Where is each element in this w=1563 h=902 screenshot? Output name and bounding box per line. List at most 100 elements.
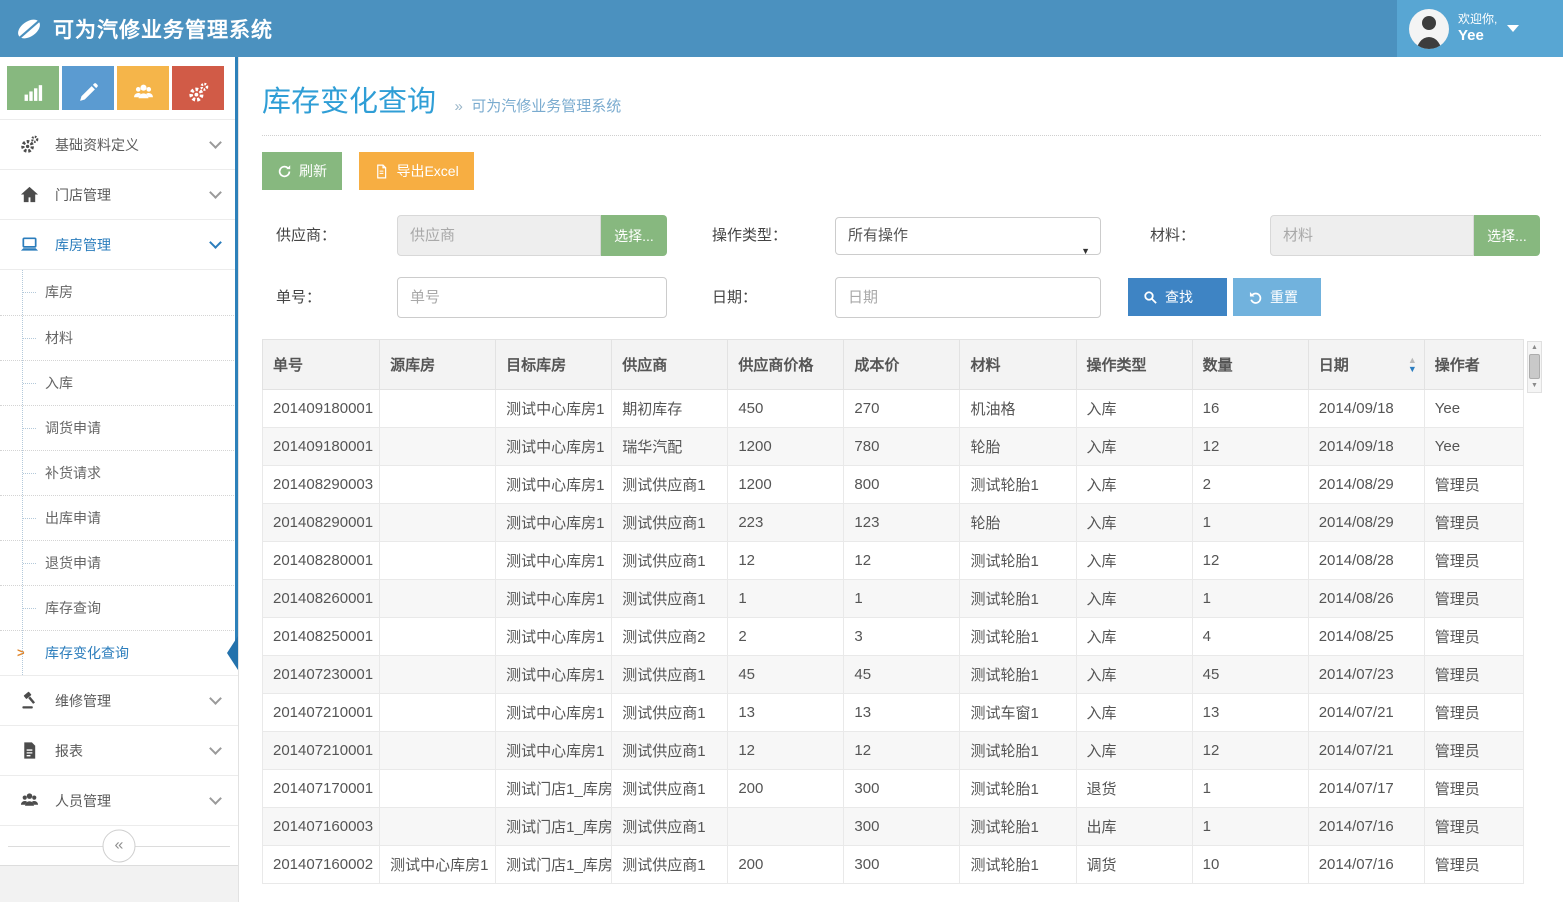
table-cell: 入库	[1076, 504, 1192, 542]
table-cell: 测试供应商1	[612, 504, 728, 542]
sidebar-subitem-8[interactable]: 库存查询	[0, 585, 238, 630]
table-row[interactable]: 201408250001测试中心库房1测试供应商223测试轮胎1入库42014/…	[263, 618, 1524, 656]
table-cell: 管理员	[1424, 580, 1523, 618]
refresh-button[interactable]: 刷新	[262, 152, 342, 190]
scrollbar-thumb[interactable]	[1529, 354, 1540, 379]
sidebar-item-label: 库房管理	[55, 235, 211, 255]
column-label: 单号	[273, 357, 303, 374]
sidebar-subitem-5[interactable]: 补货请求	[0, 450, 238, 495]
sidebar-item-label: 维修管理	[55, 691, 211, 711]
sidebar-item-repair[interactable]: 维修管理	[0, 675, 238, 725]
table-row[interactable]: 201409180001测试中心库房1瑞华汽配1200780轮胎入库122014…	[263, 428, 1524, 466]
supplier-pick-button[interactable]: 选择...	[601, 215, 667, 256]
sidebar-subitem-4[interactable]: 调货申请	[0, 405, 238, 450]
stats-quick-button[interactable]	[7, 66, 59, 110]
column-header-3[interactable]: 目标库房	[496, 340, 612, 390]
undo-icon	[1248, 290, 1263, 305]
column-header-4[interactable]: 供应商	[612, 340, 728, 390]
sidebar-subitem-1[interactable]: 库房	[0, 270, 238, 315]
table-cell: 测试轮胎1	[960, 618, 1076, 656]
table-row[interactable]: 201407230001测试中心库房1测试供应商14545测试轮胎1入库4520…	[263, 656, 1524, 694]
table-cell: 1	[1192, 770, 1308, 808]
column-header-11[interactable]: 操作者	[1424, 340, 1523, 390]
sidebar-collapse-button[interactable]: «	[103, 829, 136, 862]
column-label: 材料	[970, 357, 1000, 374]
users-quick-button[interactable]	[117, 66, 169, 110]
column-header-10[interactable]: 日期▲▼	[1308, 340, 1424, 390]
search-button[interactable]: 查找	[1128, 278, 1227, 316]
table-cell: 管理员	[1424, 656, 1523, 694]
table-cell: 201407210001	[263, 694, 380, 732]
table-scrollbar[interactable]: ▲ ▼	[1527, 341, 1542, 393]
table-cell: 2014/08/26	[1308, 580, 1424, 618]
sidebar-item-stores[interactable]: 门店管理	[0, 169, 238, 219]
supplier-input[interactable]	[397, 215, 601, 256]
sidebar-subitem-2[interactable]: 材料	[0, 315, 238, 360]
table-cell	[380, 504, 496, 542]
table-row[interactable]: 201407160002测试中心库房1测试门店1_库房1测试供应商1200300…	[263, 846, 1524, 884]
table-row[interactable]: 201407210001测试中心库房1测试供应商11212测试轮胎1入库1220…	[263, 732, 1524, 770]
table-row[interactable]: 201408290001测试中心库房1测试供应商1223123轮胎入库12014…	[263, 504, 1524, 542]
material-input[interactable]	[1270, 215, 1474, 256]
table-cell: 2014/08/28	[1308, 542, 1424, 580]
main-content: 库存变化查询 » 可为汽修业务管理系统 刷新 导出Excel 供应商： 选择..…	[239, 57, 1563, 902]
column-header-2[interactable]: 源库房	[380, 340, 496, 390]
column-header-8[interactable]: 操作类型	[1076, 340, 1192, 390]
column-header-7[interactable]: 材料	[960, 340, 1076, 390]
table-cell: 测试中心库房1	[496, 580, 612, 618]
edit-quick-button[interactable]	[62, 66, 114, 110]
table-cell	[380, 770, 496, 808]
scroll-down-icon[interactable]: ▼	[1528, 380, 1541, 391]
table-cell: 测试供应商1	[612, 846, 728, 884]
sidebar-item-base-data[interactable]: 基础资料定义	[0, 119, 238, 169]
table-cell: 201408250001	[263, 618, 380, 656]
subitem-label: 补货请求	[45, 465, 101, 481]
user-menu[interactable]: 欢迎你, Yee	[1397, 0, 1563, 57]
export-excel-button[interactable]: 导出Excel	[359, 152, 473, 190]
pencil-icon	[78, 82, 99, 103]
chevron-down-icon	[209, 136, 222, 149]
date-input[interactable]	[835, 277, 1101, 318]
reset-button[interactable]: 重置	[1233, 278, 1321, 316]
table-row[interactable]: 201408280001测试中心库房1测试供应商11212测试轮胎1入库1220…	[263, 542, 1524, 580]
table-cell: 2014/07/21	[1308, 694, 1424, 732]
table-row[interactable]: 201408290003测试中心库房1测试供应商11200800测试轮胎1入库2…	[263, 466, 1524, 504]
column-header-6[interactable]: 成本价	[844, 340, 960, 390]
column-header-5[interactable]: 供应商价格	[728, 340, 844, 390]
table-cell: 1200	[728, 428, 844, 466]
sidebar-item-label: 报表	[55, 741, 211, 761]
sidebar-item-warehouse[interactable]: 库房管理	[0, 219, 238, 269]
table-cell	[380, 428, 496, 466]
operation-type-select[interactable]: 所有操作 ▼	[835, 217, 1101, 255]
order-no-input[interactable]	[397, 277, 667, 318]
sidebar-item-reports[interactable]: 报表	[0, 725, 238, 775]
sidebar-subitem-3[interactable]: 入库	[0, 360, 238, 405]
table-cell: 退货	[1076, 770, 1192, 808]
table-row[interactable]: 201407210001测试中心库房1测试供应商11313测试车窗1入库1320…	[263, 694, 1524, 732]
sidebar-subitem-6[interactable]: 出库申请	[0, 495, 238, 540]
user-greeting: 欢迎你, Yee	[1458, 12, 1497, 46]
table-cell: 13	[844, 694, 960, 732]
scroll-up-icon[interactable]: ▲	[1528, 342, 1541, 353]
table-cell: 4	[1192, 618, 1308, 656]
sidebar-item-staff[interactable]: 人员管理	[0, 775, 238, 825]
table-cell: 16	[1192, 390, 1308, 428]
table-cell: 管理员	[1424, 846, 1523, 884]
table-row[interactable]: 201407170001测试门店1_库房1测试供应商1200300测试轮胎1退货…	[263, 770, 1524, 808]
settings-quick-button[interactable]	[172, 66, 224, 110]
sidebar-subitem-9[interactable]: >库存变化查询	[0, 630, 238, 675]
table-cell: 12	[844, 732, 960, 770]
table-cell: 2014/08/29	[1308, 504, 1424, 542]
column-label: 源库房	[390, 357, 435, 374]
material-pick-button[interactable]: 选择...	[1474, 215, 1540, 256]
operation-type-label: 操作类型：	[712, 215, 787, 256]
table-row[interactable]: 201409180001测试中心库房1期初库存450270机油格入库162014…	[263, 390, 1524, 428]
table-cell: 入库	[1076, 542, 1192, 580]
sidebar-subitem-7[interactable]: 退货申请	[0, 540, 238, 585]
table-row[interactable]: 201408260001测试中心库房1测试供应商111测试轮胎1入库12014/…	[263, 580, 1524, 618]
table-row[interactable]: 201407160003测试门店1_库房1测试供应商1300测试轮胎1出库120…	[263, 808, 1524, 846]
column-header-9[interactable]: 数量	[1192, 340, 1308, 390]
table-cell: 测试轮胎1	[960, 770, 1076, 808]
table-cell	[380, 466, 496, 504]
column-header-1[interactable]: 单号	[263, 340, 380, 390]
